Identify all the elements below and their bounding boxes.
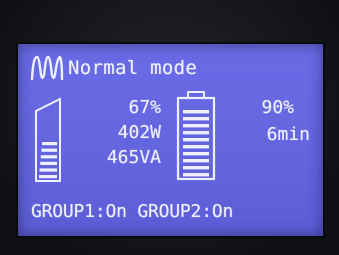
- output-va: 465VA: [106, 147, 161, 168]
- load-level-meter: [35, 97, 61, 182]
- load-percent: 67%: [128, 97, 161, 118]
- battery-segment: [183, 145, 209, 149]
- battery-segment: [183, 152, 209, 156]
- lcd-screen: Normal mode 67% 402W 465VA 90% 6min GROU…: [18, 44, 323, 236]
- battery-segment: [183, 131, 209, 135]
- battery-segment: [183, 124, 209, 128]
- battery-segment: [183, 138, 209, 142]
- battery-segment: [183, 159, 209, 163]
- load-meter-segment: [39, 175, 57, 179]
- battery-level-icon: [176, 91, 216, 181]
- load-meter-segment: [40, 161, 57, 165]
- output-watts: 402W: [117, 122, 161, 143]
- load-meter-segment: [42, 142, 57, 146]
- load-meter-segment: [39, 168, 57, 172]
- battery-segment: [183, 166, 209, 170]
- battery-percent: 90%: [261, 97, 294, 118]
- output-group-status: GROUP1:On GROUP2:On: [31, 201, 234, 222]
- battery-segment: [183, 173, 209, 177]
- load-meter-segment: [41, 148, 57, 152]
- mode-status-text: Normal mode: [68, 57, 198, 79]
- sine-wave-icon: [30, 55, 64, 81]
- battery-segment: [183, 117, 209, 121]
- battery-segment: [183, 110, 209, 114]
- load-meter-segment: [40, 155, 57, 159]
- battery-runtime: 6min: [266, 124, 310, 145]
